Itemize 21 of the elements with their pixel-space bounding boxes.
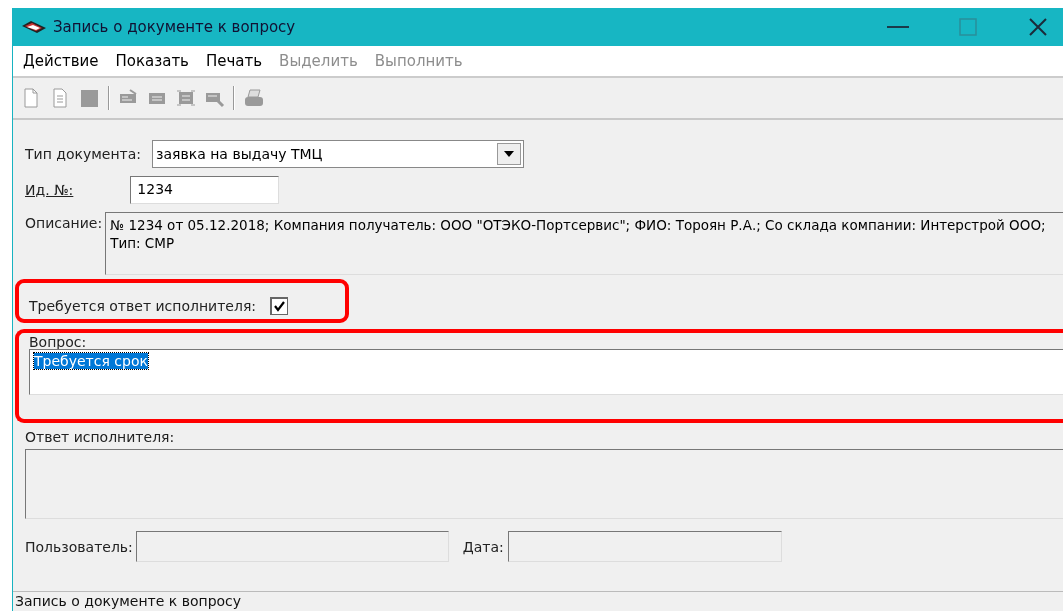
field-label: Пользователь: [25, 538, 133, 555]
field-label: Дата: [462, 538, 504, 555]
field-label: Вопрос: [29, 335, 87, 349]
id-field[interactable]: 1234 [130, 176, 280, 204]
menu-item[interactable]: Действие [23, 52, 99, 70]
field-label: Тип документа: [25, 146, 142, 162]
description-field: № 1234 от 05.12.2018; Компания получатель: ООО "ОТЭКО-Портсервис"; ФИО: Тороян Р.А.; Со склада компании: Интерстрой ООО; Тип: СМР [105, 212, 1063, 275]
menu-item[interactable]: Показать [115, 52, 189, 70]
window-title: Запись о документе к вопросу [53, 18, 296, 36]
maximize-icon[interactable] [959, 18, 977, 36]
close-icon[interactable] [1028, 17, 1048, 37]
field-label: Ид. №: [25, 182, 74, 198]
status-bar: Запись о документе к вопросу [13, 591, 1063, 611]
field-label: Ответ исполнителя: [25, 429, 175, 445]
menu-item[interactable]: Печать [205, 52, 263, 70]
checkbox[interactable] [270, 297, 289, 315]
field-label: Описание: [25, 214, 103, 231]
document-type-dropdown[interactable]: заявка на выдачу ТМЦ [152, 140, 525, 168]
minimize-icon[interactable] [887, 25, 909, 29]
question-field[interactable]: Требуется срок [29, 349, 1063, 395]
field-label: Требуется ответ исполнителя: [29, 298, 257, 314]
